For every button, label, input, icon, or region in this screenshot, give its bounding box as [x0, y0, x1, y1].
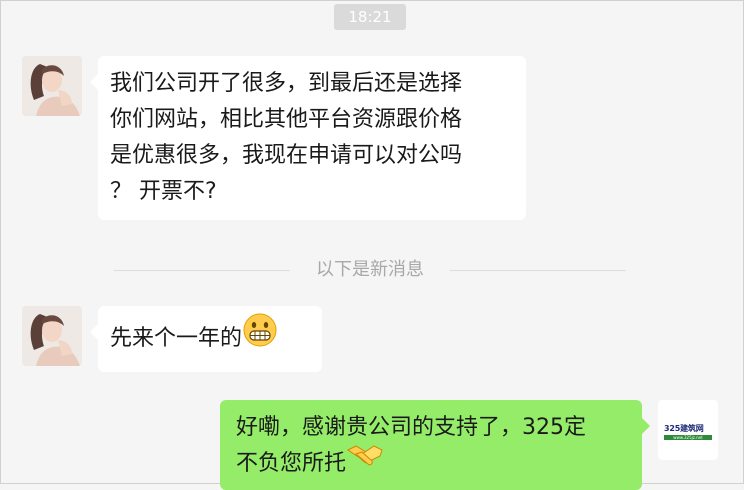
- incoming-message-bubble[interactable]: 我们公司开了很多，到最后还是选择 你们网站，相比其他平台资源跟价格 是优惠很多，…: [90, 56, 526, 220]
- timestamp-label: 18:21: [334, 4, 406, 30]
- brand-logo-url: www.325jz.net: [664, 435, 712, 440]
- contact-photo-icon: [22, 306, 82, 366]
- contact-photo-icon: [22, 56, 82, 116]
- divider-line-left: [114, 270, 290, 271]
- brand-logo-text: 325建筑网: [664, 424, 704, 433]
- message-line: ？ 开票不?: [110, 179, 217, 204]
- message-line: 是优惠很多，我现在申请可以对公吗: [110, 143, 463, 168]
- message-text: 先来个一年的: [110, 326, 243, 351]
- self-avatar[interactable]: 325建筑网 www.325jz.net: [658, 400, 718, 460]
- new-messages-divider: 以下是新消息: [316, 259, 424, 280]
- contact-avatar[interactable]: [22, 56, 82, 116]
- divider-line-right: [450, 270, 626, 271]
- message-line: 不负您所托: [236, 451, 347, 476]
- contact-avatar[interactable]: [22, 306, 82, 366]
- incoming-message-bubble[interactable]: 先来个一年的: [90, 306, 322, 372]
- message-line: 好嘞，感谢贵公司的支持了，325定: [236, 415, 586, 440]
- message-line: 你们网站，相比其他平台资源跟价格: [110, 107, 463, 132]
- message-line: 我们公司开了很多，到最后还是选择: [110, 71, 463, 96]
- grinning-face-icon: [242, 312, 278, 360]
- handshake-icon: [346, 440, 384, 482]
- outgoing-message-bubble[interactable]: 好嘞，感谢贵公司的支持了，325定 不负您所托: [220, 400, 650, 490]
